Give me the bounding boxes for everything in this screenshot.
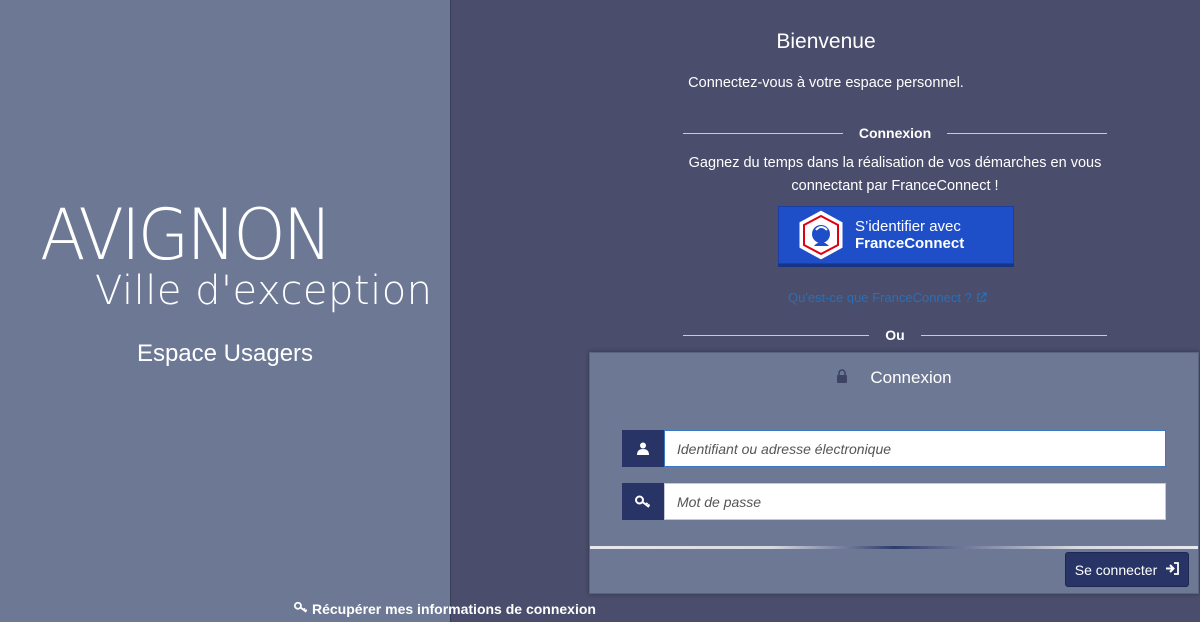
franceconnect-button-line1: S’identifier avec — [855, 218, 961, 235]
recover-credentials-label: Récupérer mes informations de connexion — [312, 601, 596, 617]
sign-in-button-label: Se connecter — [1074, 561, 1158, 578]
branding-panel: AVIGNON Ville d'exception Espace Usagers — [0, 0, 450, 622]
divider-line — [683, 132, 843, 134]
sign-in-button[interactable]: Se connecter — [1065, 552, 1189, 587]
divider-line — [920, 334, 1108, 336]
franceconnect-divider: Connexion — [683, 123, 1107, 143]
franceconnect-button-line2: FranceConnect — [855, 235, 965, 252]
external-link-icon — [976, 290, 987, 305]
key-icon — [294, 601, 308, 617]
logo-tagline: Ville d'exception — [95, 268, 433, 314]
franceconnect-logo-icon — [795, 208, 847, 262]
or-divider: Ou — [683, 325, 1108, 345]
or-label: Ou — [885, 327, 905, 343]
franceconnect-description: Gagnez du temps dans la réalisation de v… — [688, 155, 1102, 194]
divider-line — [683, 334, 870, 336]
user-icon — [622, 430, 664, 467]
franceconnect-info-link[interactable]: Qu'est-ce que FranceConnect ? — [788, 290, 987, 305]
franceconnect-button[interactable]: S’identifier avec FranceConnect — [778, 206, 1014, 264]
password-input[interactable] — [664, 483, 1166, 520]
login-card-header: Connexion — [590, 353, 1198, 403]
sign-in-icon — [1165, 561, 1180, 578]
login-card: Connexion Se connecter — [589, 352, 1199, 594]
divider-label: Connexion — [858, 125, 932, 141]
welcome-title: Bienvenue — [776, 30, 876, 53]
franceconnect-button-label: S’identifier avec FranceConnect — [855, 218, 964, 252]
card-separator — [590, 546, 1198, 549]
logo-main-text: AVIGNON — [40, 194, 333, 276]
franceconnect-info-link-label: Qu'est-ce que FranceConnect ? — [788, 290, 972, 305]
lock-icon — [836, 368, 848, 388]
username-input[interactable] — [664, 430, 1166, 467]
welcome-subtitle: Connectez-vous à votre espace personnel. — [688, 75, 964, 91]
divider-line — [947, 132, 1107, 134]
space-title: Espace Usagers — [136, 340, 314, 367]
password-row — [622, 483, 1166, 520]
recover-credentials-link[interactable]: Récupérer mes informations de connexion — [294, 601, 596, 617]
username-row — [622, 430, 1166, 467]
key-icon — [622, 483, 664, 520]
login-card-title: Connexion — [870, 368, 952, 387]
